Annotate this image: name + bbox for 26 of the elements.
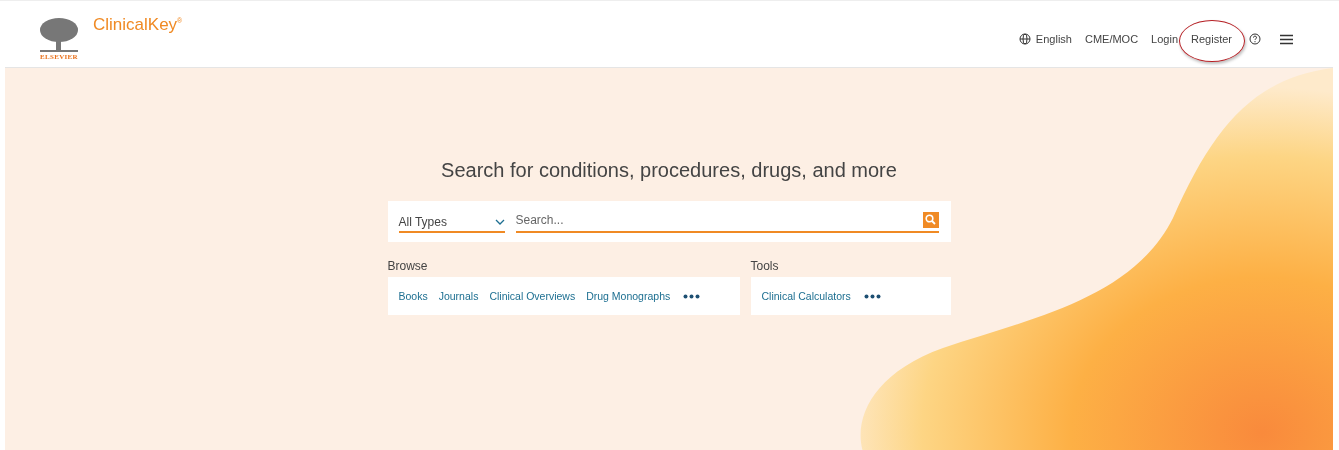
- browse-link[interactable]: Clinical Calculators: [761, 290, 851, 302]
- browse-link[interactable]: Books: [398, 290, 428, 302]
- browse-link[interactable]: Clinical Overviews: [489, 290, 576, 302]
- search-icon: [925, 214, 936, 225]
- more-dots-icon: [863, 293, 881, 299]
- more-button[interactable]: [863, 293, 881, 299]
- section-title: Tools: [750, 259, 780, 273]
- search-field[interactable]: Search...: [515, 210, 939, 233]
- search-bar[interactable]: All Types Search...: [387, 201, 951, 242]
- language-link[interactable]: English: [1018, 33, 1072, 45]
- type-dropdown[interactable]: All Types: [398, 212, 505, 233]
- chevron-down-icon: [494, 219, 505, 225]
- page-heading: Search for conditions, procedures, drugs, and more: [440, 159, 898, 182]
- help-icon[interactable]: [1249, 33, 1261, 45]
- section-title: Browse: [387, 259, 429, 273]
- nav-link[interactable]: CME/MOC: [1084, 33, 1139, 45]
- nav-link[interactable]: Register: [1191, 33, 1232, 45]
- nav-link[interactable]: Login: [1151, 33, 1179, 45]
- more-dots-icon: [683, 293, 701, 299]
- menu-icon[interactable]: [1280, 33, 1293, 45]
- brand-name: ClinicalKey$^{®}$: [93, 15, 183, 35]
- browse-link[interactable]: Journals: [438, 290, 479, 302]
- globe-icon: [1018, 33, 1031, 45]
- more-button[interactable]: [683, 293, 701, 299]
- browse-link[interactable]: Drug Monographs: [586, 290, 671, 302]
- tree-logo-icon: [38, 17, 80, 53]
